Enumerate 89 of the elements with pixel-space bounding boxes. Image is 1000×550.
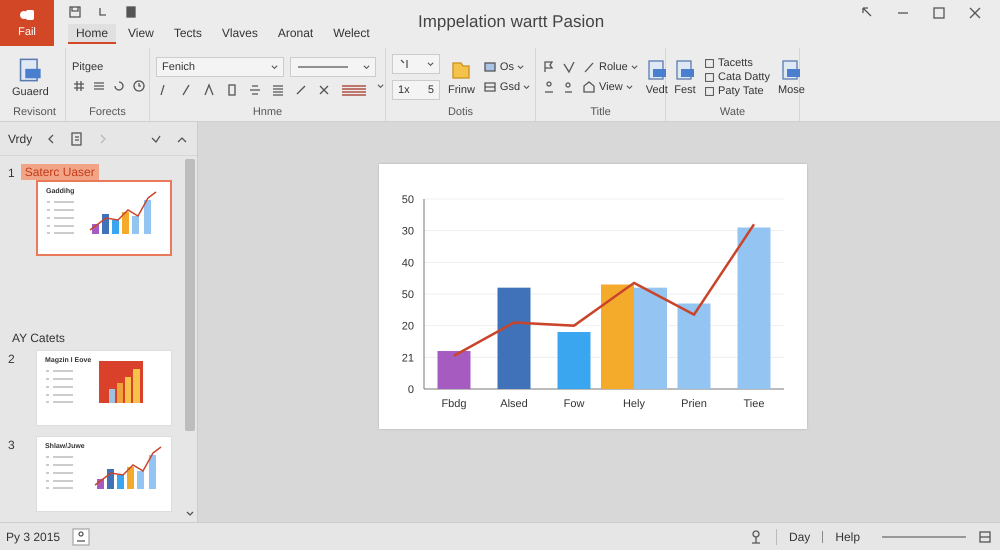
caret-icon (626, 84, 633, 90)
slides-icon[interactable] (70, 132, 84, 146)
close-icon[interactable] (968, 6, 982, 20)
file-button[interactable]: Fail (0, 0, 54, 46)
scrollbar-thumb[interactable] (185, 159, 195, 431)
grid-icon[interactable] (72, 79, 86, 93)
strikethrough-icon[interactable] (248, 83, 262, 97)
status-text: Day (788, 530, 810, 544)
axis-tick-label: 50 (402, 194, 414, 206)
axis-tick-label: 50 (402, 289, 414, 301)
gsd-button[interactable]: Gsd (482, 80, 530, 94)
group-label: Forects (88, 106, 127, 120)
axis-tick-label: 21 (402, 352, 414, 364)
indent-field[interactable]: 1x 5 (392, 80, 440, 100)
axis-tick-label: 20 (402, 320, 414, 333)
ribbon-tab[interactable]: Aronat (270, 24, 322, 44)
document-icon[interactable] (17, 56, 44, 82)
caret-icon (427, 60, 434, 68)
format-button[interactable]: Frinw (446, 56, 477, 98)
caret-icon (523, 84, 530, 90)
caret-icon (271, 64, 278, 70)
view-button[interactable]: View (582, 80, 633, 94)
align-icon[interactable] (271, 83, 285, 97)
window-title: Imppelation wartt Pasion (418, 12, 604, 32)
group-label: Title (589, 106, 612, 120)
table-icon (482, 80, 497, 94)
axis-tick-label: 0 (408, 384, 414, 396)
mose-button[interactable]: Mose (776, 56, 807, 98)
check-icon[interactable] (562, 60, 576, 74)
line-style-field[interactable] (290, 57, 376, 77)
vedt-button[interactable]: Vedt (644, 56, 670, 98)
maximize-icon[interactable] (932, 6, 946, 20)
ribbon-tab[interactable]: Home (68, 24, 116, 44)
axis-category-label: Fow (564, 398, 584, 410)
slide-number: 2 (8, 351, 16, 368)
shape-icon (582, 80, 596, 94)
font-field[interactable]: Fenich (156, 57, 284, 77)
panel-label: Vrdy (8, 132, 32, 146)
axis-category-label: Fbdg (441, 398, 467, 410)
status-text: Py 3 2015 (6, 530, 60, 544)
axis-category-label: Prien (681, 398, 707, 410)
group-label: Dotis (446, 106, 474, 120)
guard-button[interactable]: Guaerd (10, 54, 51, 100)
accessibility-icon[interactable] (72, 528, 90, 546)
slide-number: 1 (8, 165, 15, 180)
section-label: AY Catets (11, 330, 66, 346)
axis-category-label: Tiee (744, 398, 764, 410)
item-icon (704, 72, 715, 82)
group-label: Wate (718, 106, 746, 120)
status-text: Help (835, 530, 860, 544)
ribbon-tab[interactable]: Vlaves (214, 24, 266, 44)
flag-icon[interactable] (542, 60, 556, 74)
axis-category-label: Alsed (500, 398, 528, 410)
fit-slide-icon[interactable] (978, 530, 992, 544)
document-icon[interactable] (780, 58, 802, 80)
fest-button[interactable]: Fest (672, 56, 698, 98)
caret-icon (630, 64, 638, 70)
item-icon (704, 86, 715, 96)
person-icon[interactable] (542, 80, 556, 94)
save-icon[interactable] (68, 5, 82, 19)
slide-number: 3 (8, 437, 16, 454)
chart-bar (438, 351, 470, 389)
group-heading: Pitgee (72, 61, 104, 73)
caret-icon (377, 83, 384, 90)
group-label: Revisont (12, 106, 57, 120)
caret-icon (516, 64, 524, 70)
caret-icon (363, 64, 370, 70)
rolue-button[interactable]: Rolue (582, 60, 638, 74)
spacing-field[interactable] (392, 54, 440, 74)
app-logo-icon (19, 8, 35, 22)
axis-tick-label: 30 (402, 226, 414, 238)
wate-item[interactable]: Paty Tate (704, 85, 764, 97)
wate-item[interactable]: Cata Datty (704, 71, 770, 83)
item-icon (704, 58, 715, 68)
ribbon-tab[interactable]: Tects (166, 24, 210, 44)
chart-document-icon[interactable] (646, 58, 668, 80)
highlight-icon[interactable] (340, 83, 368, 97)
rotate-icon[interactable] (112, 79, 126, 93)
axis-category-label: Hely (623, 398, 645, 410)
group-label: Hnme (252, 106, 284, 120)
chart-bar (558, 332, 590, 389)
ribbon-tab[interactable]: Welect (325, 24, 378, 44)
axis-tick-label: 40 (402, 257, 414, 270)
clock-icon[interactable] (132, 79, 146, 93)
os-button[interactable]: Os (482, 60, 524, 74)
section-label: Saterc Uaser (20, 164, 99, 180)
wate-item[interactable]: Tacetts (704, 57, 753, 69)
clear-icon[interactable] (317, 83, 331, 97)
ribbon-tab[interactable]: View (120, 24, 162, 44)
